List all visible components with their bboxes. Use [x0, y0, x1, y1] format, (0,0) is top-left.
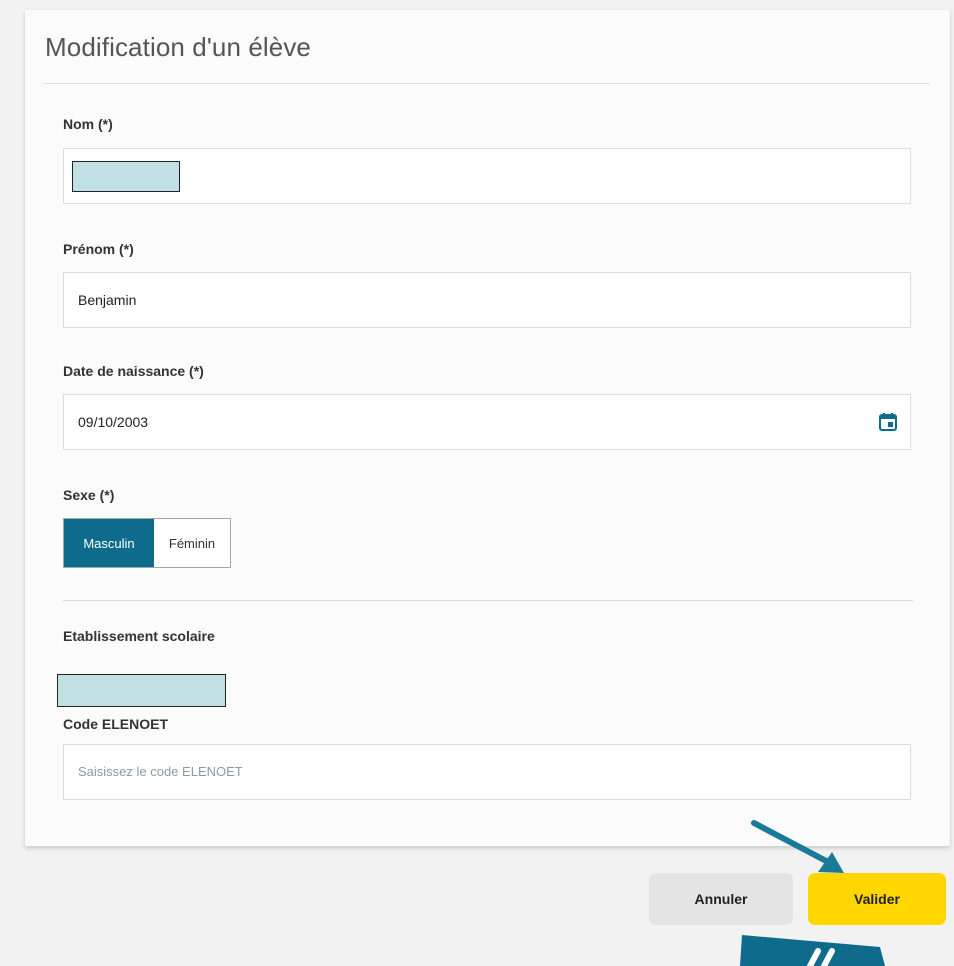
- sexe-label: Sexe (*): [63, 487, 115, 503]
- date-naissance-input[interactable]: 09/10/2003: [63, 394, 911, 450]
- option-masculin[interactable]: Masculin: [64, 519, 154, 567]
- nom-input[interactable]: [63, 148, 911, 204]
- date-naissance-value: 09/10/2003: [78, 414, 149, 430]
- redacted-nom: [72, 161, 180, 192]
- option-feminin[interactable]: Féminin: [154, 519, 230, 567]
- logo-fragment-icon: [740, 935, 885, 966]
- code-elenoet-input[interactable]: Saisissez le code ELENOET: [63, 744, 911, 800]
- edit-student-dialog: Modification d'un élève Nom (*) Prénom (…: [25, 10, 950, 846]
- title-divider: [43, 83, 930, 84]
- code-elenoet-placeholder: Saisissez le code ELENOET: [78, 764, 243, 779]
- redacted-etablissement: [57, 674, 226, 707]
- date-naissance-label: Date de naissance (*): [63, 363, 204, 379]
- nom-label: Nom (*): [63, 116, 113, 132]
- sexe-toggle: Masculin Féminin: [63, 518, 231, 568]
- dialog-title: Modification d'un élève: [45, 32, 311, 62]
- code-elenoet-label: Code ELENOET: [63, 716, 169, 732]
- section-divider: [63, 600, 913, 601]
- prenom-value: Benjamin: [78, 292, 137, 308]
- cancel-button[interactable]: Annuler: [649, 873, 793, 925]
- annotation-arrow-icon: [751, 820, 844, 873]
- validate-button[interactable]: Valider: [808, 873, 946, 925]
- prenom-label: Prénom (*): [63, 241, 134, 257]
- prenom-input[interactable]: Benjamin: [63, 272, 911, 328]
- etablissement-label: Etablissement scolaire: [63, 628, 215, 644]
- calendar-icon[interactable]: [878, 412, 898, 432]
